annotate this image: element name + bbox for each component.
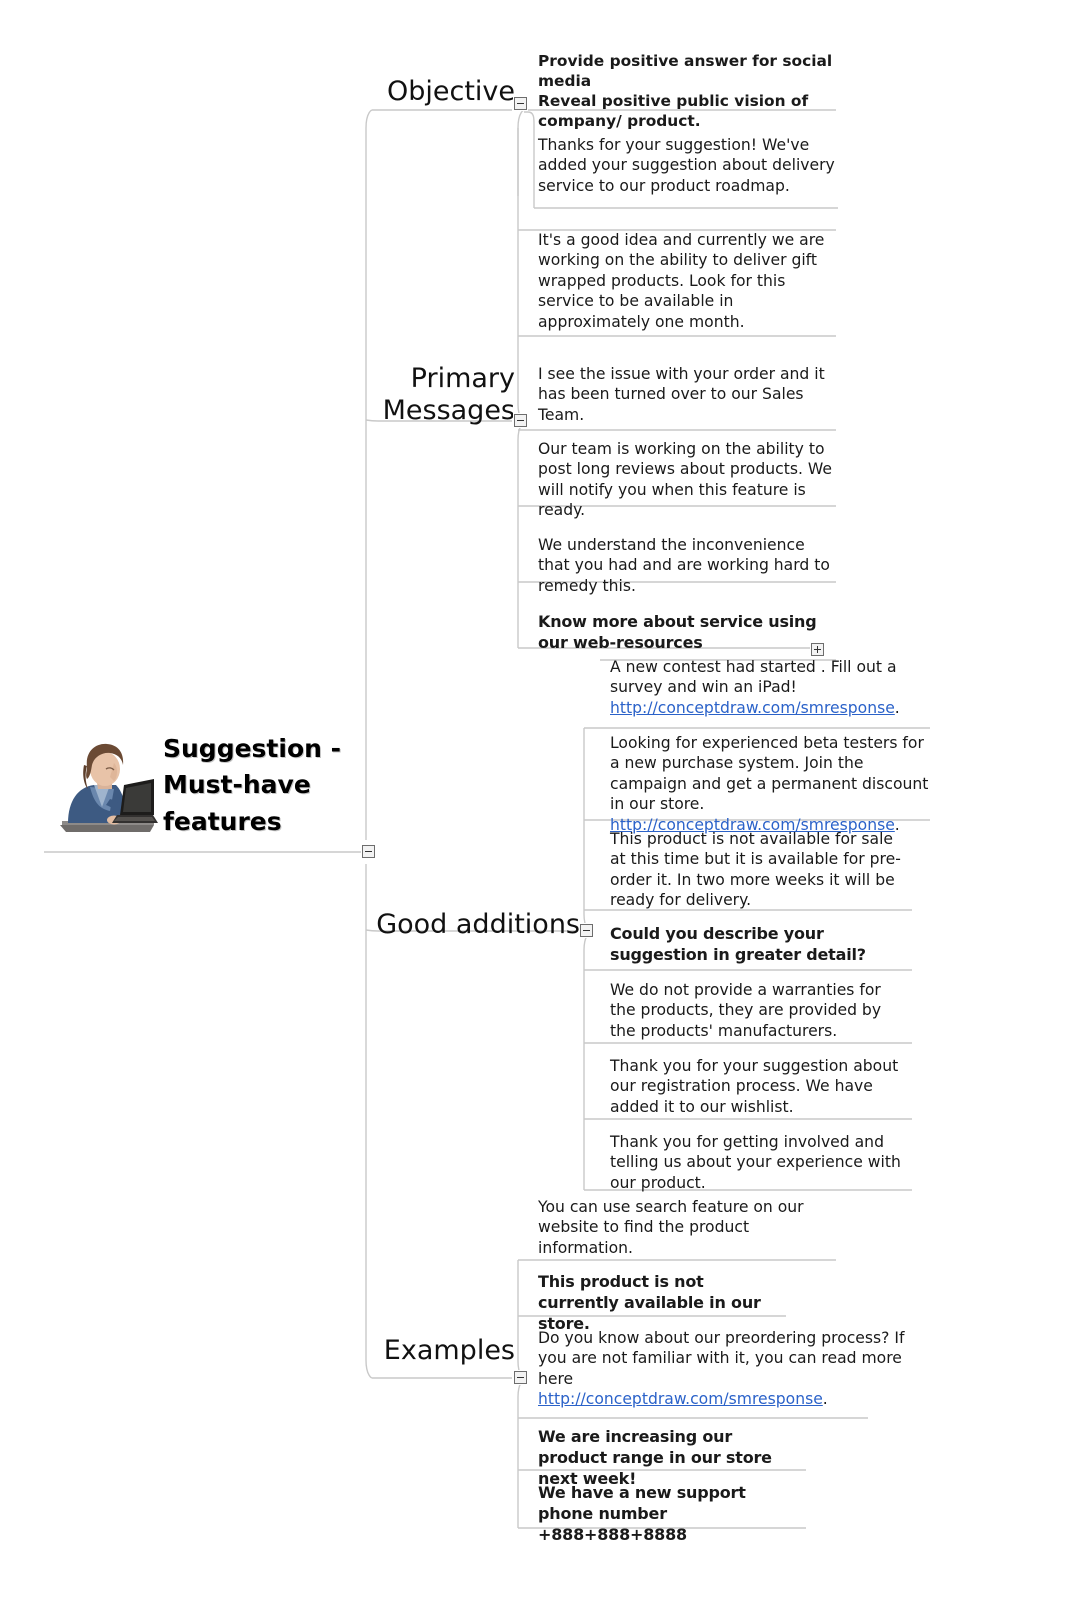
collapse-toggle-root[interactable] xyxy=(362,845,375,858)
woman-at-laptop-icon xyxy=(60,743,158,832)
leaf-ga-1-tail: . xyxy=(894,698,900,717)
leaf-ga-3[interactable]: This product is not available for sale a… xyxy=(610,829,910,911)
leaf-ga-5[interactable]: We do not provide a warranties for the p… xyxy=(610,980,910,1041)
branch-label-good-additions[interactable]: Good additions xyxy=(370,909,580,941)
leaf-ga-1-text: A new contest had started . Fill out a s… xyxy=(610,658,897,697)
collapse-toggle-examples[interactable] xyxy=(514,1371,527,1384)
leaf-ga-4[interactable]: Could you describe your suggestion in gr… xyxy=(610,924,900,966)
leaf-ex-3-tail: . xyxy=(822,1390,828,1409)
branch-label-examples[interactable]: Examples xyxy=(330,1335,515,1367)
leaf-ex-3[interactable]: Do you know about our preordering proces… xyxy=(538,1328,923,1410)
leaf-ga-2[interactable]: Looking for experienced beta testers for… xyxy=(610,733,937,835)
leaf-ga-1[interactable]: A new contest had started . Fill out a s… xyxy=(610,657,935,718)
leaf-ex-2[interactable]: This product is not currently available … xyxy=(538,1272,788,1335)
central-topic-node[interactable]: Suggestion - Must-have features xyxy=(50,725,380,850)
leaf-pm-4[interactable]: Our team is working on the ability to po… xyxy=(538,439,836,521)
leaf-ga-6[interactable]: Thank you for your suggestion about our … xyxy=(610,1056,910,1117)
leaf-ex-4[interactable]: We are increasing our product range in o… xyxy=(538,1427,803,1490)
leaf-ex-3-text: Do you know about our preordering proces… xyxy=(538,1329,905,1388)
expand-toggle-know-more[interactable] xyxy=(811,643,824,656)
collapse-toggle-primary-messages[interactable] xyxy=(514,414,527,427)
leaf-objective-statement[interactable]: Provide positive answer for social media… xyxy=(538,51,838,131)
leaf-pm-3[interactable]: I see the issue with your order and it h… xyxy=(538,364,838,425)
leaf-pm-2[interactable]: It's a good idea and currently we are wo… xyxy=(538,230,828,332)
leaf-ex-3-link[interactable]: http://conceptdraw.com/smresponse xyxy=(538,1390,823,1408)
central-topic-title: Suggestion - Must-have features xyxy=(163,734,342,836)
leaf-ex-5[interactable]: We have a new support phone number +888+… xyxy=(538,1483,803,1546)
leaf-ex-1[interactable]: You can use search feature on our websit… xyxy=(538,1197,830,1258)
collapse-toggle-good-additions[interactable] xyxy=(580,924,593,937)
mind-map-canvas: Suggestion - Must-have features Objectiv… xyxy=(0,0,1086,1615)
branch-label-objective[interactable]: Objective xyxy=(330,76,515,108)
leaf-ga-7[interactable]: Thank you for getting involved and telli… xyxy=(610,1132,910,1193)
collapse-toggle-objective[interactable] xyxy=(514,97,527,110)
leaf-know-more-about-service[interactable]: Know more about service using our web-re… xyxy=(538,612,828,654)
leaf-pm-5[interactable]: We understand the inconvenience that you… xyxy=(538,535,840,596)
leaf-pm-1[interactable]: Thanks for your suggestion! We've added … xyxy=(538,135,838,196)
leaf-ga-2-text: Looking for experienced beta testers for… xyxy=(610,734,929,814)
branch-label-primary-messages[interactable]: Primary Messages xyxy=(300,363,515,427)
leaf-ga-1-link[interactable]: http://conceptdraw.com/smresponse xyxy=(610,699,895,717)
